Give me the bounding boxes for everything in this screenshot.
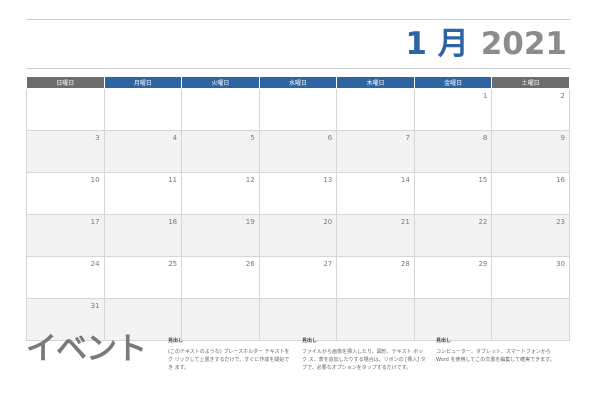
day-cell[interactable]: 30 [491, 256, 570, 299]
weekday-tuesday: 火曜日 [181, 76, 260, 89]
day-cell[interactable] [103, 88, 183, 131]
day-cell[interactable]: 12 [181, 172, 260, 215]
day-cell[interactable]: 20 [258, 214, 338, 257]
day-cell[interactable]: 22 [413, 214, 493, 257]
weekday-sunday: 日曜日 [26, 76, 105, 89]
events-title: イベント [26, 331, 147, 367]
day-cell[interactable] [336, 298, 415, 341]
day-cell[interactable] [336, 88, 415, 131]
weekday-thursday: 木曜日 [336, 76, 415, 89]
heading-divider [26, 68, 570, 69]
calendar-heading: 1 月 2021 [405, 22, 567, 66]
weekday-saturday: 土曜日 [491, 76, 570, 89]
day-cell[interactable]: 5 [181, 130, 260, 173]
weekday-monday: 月曜日 [103, 76, 183, 89]
day-cell[interactable]: 1 [413, 88, 493, 131]
event-heading: 見出し [302, 338, 318, 344]
day-cell[interactable]: 13 [258, 172, 338, 215]
day-cell[interactable]: 7 [336, 130, 415, 173]
day-cell[interactable]: 6 [258, 130, 338, 173]
day-cell[interactable] [26, 88, 105, 131]
calendar-grid: 日曜日 月曜日 火曜日 水曜日 木曜日 金曜日 土曜日 1 2 3 4 5 6 … [26, 76, 570, 341]
day-cell[interactable]: 29 [413, 256, 493, 299]
week-row: 3 4 5 6 7 8 9 [26, 130, 570, 173]
day-cell[interactable]: 14 [336, 172, 415, 215]
event-heading: 見出し [436, 338, 452, 344]
month-label: 1 月 [405, 25, 469, 62]
day-cell[interactable] [491, 298, 570, 341]
year-label: 2021 [480, 25, 567, 62]
day-cell[interactable] [181, 88, 260, 131]
day-cell[interactable]: 25 [103, 256, 183, 299]
weekday-header-row: 日曜日 月曜日 火曜日 水曜日 木曜日 金曜日 土曜日 [26, 76, 570, 89]
week-row: 24 25 26 27 28 29 30 [26, 256, 570, 299]
day-cell[interactable]: 24 [26, 256, 105, 299]
event-block[interactable]: 見出し コンピューター、タブレット、スマートフォンから Word を使用してこの… [436, 337, 562, 364]
day-cell[interactable]: 28 [336, 256, 415, 299]
week-row: 10 11 12 13 14 15 16 [26, 172, 570, 215]
day-cell[interactable]: 3 [26, 130, 105, 173]
day-cell[interactable]: 19 [181, 214, 260, 257]
event-body: ファイルから画像を挿入したり、図形、テキスト ボック ス、表を追加したりする場合… [302, 349, 426, 371]
day-cell[interactable] [181, 298, 260, 341]
day-cell[interactable]: 15 [413, 172, 493, 215]
day-cell[interactable]: 17 [26, 214, 105, 257]
event-block[interactable]: 見出し ファイルから画像を挿入したり、図形、テキスト ボック ス、表を追加したり… [302, 337, 428, 372]
day-cell[interactable]: 4 [103, 130, 183, 173]
day-cell[interactable]: 8 [413, 130, 493, 173]
week-row: 1 2 [26, 88, 570, 131]
day-cell[interactable]: 21 [336, 214, 415, 257]
day-cell[interactable]: 11 [103, 172, 183, 215]
day-cell[interactable]: 18 [103, 214, 183, 257]
week-row: 17 18 19 20 21 22 23 [26, 214, 570, 257]
weekday-friday: 金曜日 [413, 76, 493, 89]
event-block[interactable]: 見出し (このテキストのような) プレースホルダー テキストをク リックして上書… [168, 337, 294, 372]
day-cell[interactable] [258, 88, 338, 131]
day-cell[interactable]: 27 [258, 256, 338, 299]
day-cell[interactable]: 10 [26, 172, 105, 215]
weekday-wednesday: 水曜日 [258, 76, 338, 89]
event-body: コンピューター、タブレット、スマートフォンから Word を使用してこの文書を編… [436, 349, 555, 363]
event-heading: 見出し [168, 338, 184, 344]
event-body: (このテキストのような) プレースホルダー テキストをク リックして上書きするだ… [168, 349, 290, 371]
day-cell[interactable]: 26 [181, 256, 260, 299]
day-cell[interactable]: 9 [491, 130, 570, 173]
day-cell[interactable]: 23 [491, 214, 570, 257]
day-cell[interactable] [413, 298, 493, 341]
top-divider [26, 19, 570, 20]
day-cell[interactable]: 16 [491, 172, 570, 215]
day-cell[interactable] [258, 298, 338, 341]
day-cell[interactable]: 2 [491, 88, 570, 131]
